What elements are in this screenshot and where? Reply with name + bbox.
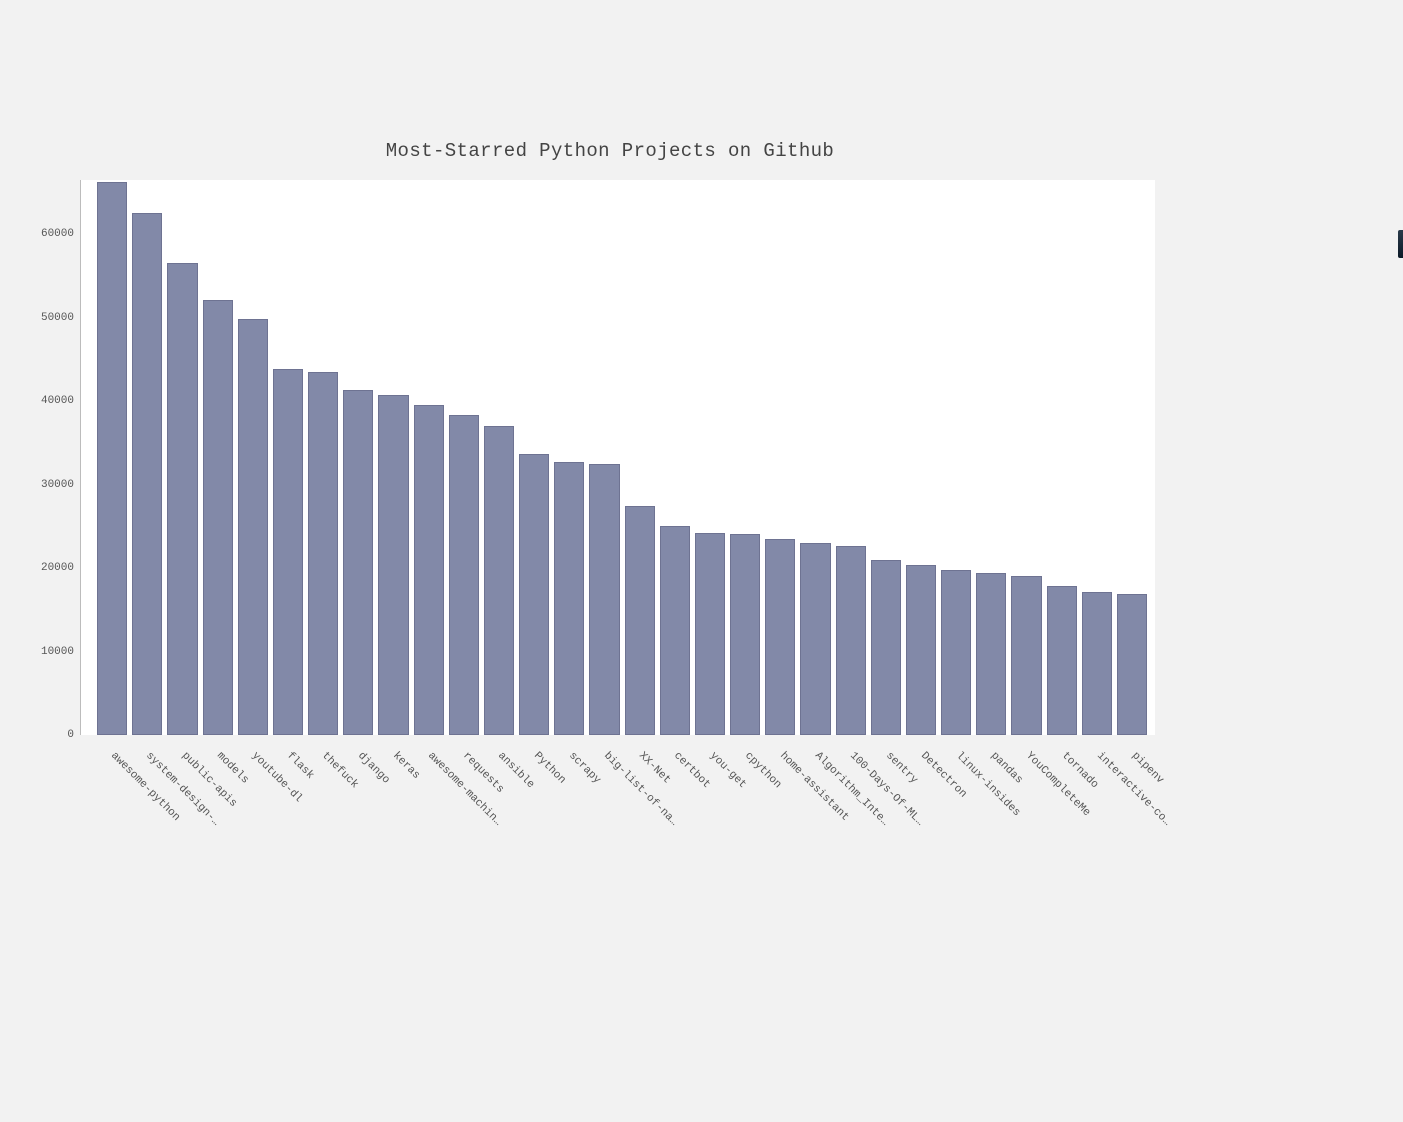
x-label-slot: keras — [378, 750, 408, 930]
bar[interactable] — [97, 182, 127, 735]
x-label-slot: 100-Days-Of-ML… — [835, 750, 865, 930]
x-label-slot: thefuck — [307, 750, 337, 930]
bar[interactable] — [1117, 594, 1147, 735]
bar[interactable] — [589, 464, 619, 735]
bar[interactable] — [1047, 586, 1077, 735]
y-tick-label: 20000 — [41, 562, 74, 574]
x-label-slot: scrapy — [554, 750, 584, 930]
bar[interactable] — [378, 395, 408, 735]
x-label-slot: Detectron — [906, 750, 936, 930]
bar[interactable] — [1011, 576, 1041, 735]
bar[interactable] — [308, 372, 338, 735]
bar[interactable] — [554, 462, 584, 735]
x-label-slot: linux-insides — [941, 750, 971, 930]
bar[interactable] — [167, 263, 197, 735]
x-label-slot: sentry — [870, 750, 900, 930]
y-tick-label: 10000 — [41, 646, 74, 658]
x-label-slot: certbot — [659, 750, 689, 930]
bar[interactable] — [836, 546, 866, 735]
y-tick-label: 60000 — [41, 228, 74, 240]
bar[interactable] — [941, 570, 971, 735]
x-label-slot: awesome-python — [96, 750, 126, 930]
x-label-slot: interactive-co… — [1082, 750, 1112, 930]
bar[interactable] — [976, 573, 1006, 735]
x-label-slot: django — [342, 750, 372, 930]
bar[interactable] — [906, 565, 936, 735]
x-label-slot: youtube-dl — [237, 750, 267, 930]
x-label-slot: XX-Net — [624, 750, 654, 930]
bar[interactable] — [273, 369, 303, 735]
y-tick-label: 0 — [67, 729, 74, 741]
x-label-slot: ansible — [483, 750, 513, 930]
x-label-slot: pipenv — [1117, 750, 1147, 930]
bar[interactable] — [343, 390, 373, 735]
bar[interactable] — [660, 526, 690, 735]
x-label-slot: models — [202, 750, 232, 930]
x-label-slot: big-list-of-na… — [589, 750, 619, 930]
x-label-slot: awesome-machin… — [413, 750, 443, 930]
y-tick-label: 40000 — [41, 395, 74, 407]
x-label-slot: public-apis — [166, 750, 196, 930]
x-label-slot: requests — [448, 750, 478, 930]
bar[interactable] — [871, 560, 901, 735]
bar[interactable] — [730, 534, 760, 735]
bar[interactable] — [695, 533, 725, 735]
bar[interactable] — [132, 213, 162, 735]
bar[interactable] — [519, 454, 549, 735]
y-tick-label: 50000 — [41, 312, 74, 324]
x-label-slot: Algorithm_Inte… — [800, 750, 830, 930]
bar[interactable] — [765, 539, 795, 735]
bar[interactable] — [238, 319, 268, 735]
bar[interactable] — [449, 415, 479, 735]
bar[interactable] — [484, 426, 514, 735]
x-label-slot: flask — [272, 750, 302, 930]
y-axis: 0100002000030000400005000060000 — [30, 180, 80, 735]
x-label-slot: home-assistant — [765, 750, 795, 930]
x-tick-label: pipenv — [1129, 750, 1165, 786]
bar[interactable] — [414, 405, 444, 735]
x-label-slot: you-get — [694, 750, 724, 930]
bar[interactable] — [800, 543, 830, 735]
bar[interactable] — [1082, 592, 1112, 735]
y-tick-label: 30000 — [41, 479, 74, 491]
x-label-slot: pandas — [976, 750, 1006, 930]
side-widget-tab[interactable] — [1398, 230, 1403, 258]
chart-container: 0100002000030000400005000060000 awesome-… — [30, 130, 1160, 880]
bar[interactable] — [203, 300, 233, 735]
plot-area — [80, 180, 1155, 735]
x-axis-labels: awesome-pythonsystem-design-…public-apis… — [80, 750, 1155, 930]
bars-group — [81, 180, 1155, 735]
x-label-slot: cpython — [730, 750, 760, 930]
bar[interactable] — [625, 506, 655, 735]
x-label-slot: YouCompleteMe — [1011, 750, 1041, 930]
x-label-slot: Python — [518, 750, 548, 930]
x-label-slot: system-design-… — [131, 750, 161, 930]
x-label-slot: tornado — [1046, 750, 1076, 930]
